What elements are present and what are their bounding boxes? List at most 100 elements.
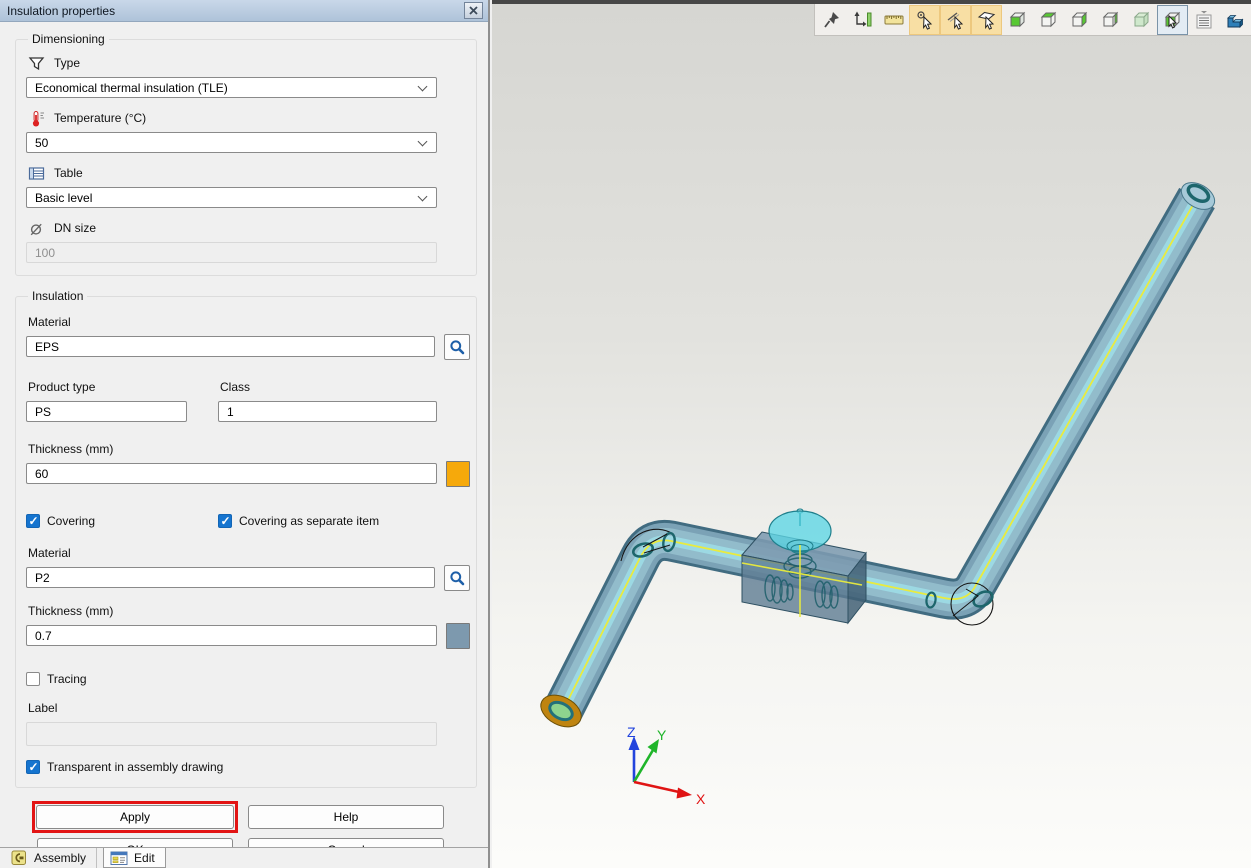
chevron-down-icon	[418, 136, 428, 146]
label-label: Label	[28, 701, 57, 715]
diameter-icon	[28, 220, 45, 237]
render-parts-side-icon	[1070, 10, 1090, 30]
dialog-titlebar[interactable]: Insulation properties	[0, 0, 488, 22]
product-type-label: Product type	[28, 380, 95, 394]
chevron-down-icon	[418, 81, 428, 91]
report-list-icon	[1194, 10, 1214, 30]
thickness-label: Thickness (mm)	[28, 442, 113, 456]
transparent-label: Transparent in assembly drawing	[47, 760, 223, 774]
dialog-title: Insulation properties	[7, 4, 464, 18]
tab-assembly[interactable]: Assembly	[4, 848, 97, 868]
dimensioning-legend: Dimensioning	[28, 32, 109, 46]
covering-material-label: Material	[28, 546, 71, 560]
apply-highlight-box: Apply	[32, 801, 238, 833]
magnifier-icon	[449, 570, 465, 586]
render-parts-ghost-button[interactable]	[1126, 5, 1157, 35]
dialog-tabbar: Assembly Edit	[0, 847, 488, 868]
thermometer-icon	[28, 110, 45, 127]
chevron-down-icon	[418, 191, 428, 201]
axis-z-label: Z	[627, 724, 636, 740]
render-parts-top-icon	[1039, 10, 1059, 30]
tab-edit[interactable]: Edit	[103, 848, 166, 868]
close-button[interactable]	[464, 2, 483, 19]
material-input[interactable]: EPS	[26, 336, 435, 357]
covering-thickness-input[interactable]: 0.7	[26, 625, 437, 646]
shift-work-plane-icon	[853, 10, 873, 30]
type-label: Type	[54, 56, 80, 70]
insulation-legend: Insulation	[28, 289, 87, 303]
profile-button[interactable]	[1219, 5, 1250, 35]
dimensioning-group: Dimensioning Type Economical thermal ins…	[15, 32, 477, 276]
insulation-color-swatch[interactable]	[446, 461, 470, 487]
temperature-label: Temperature (°C)	[54, 111, 146, 125]
magnifier-icon	[449, 339, 465, 355]
measure-button[interactable]	[878, 5, 909, 35]
tracing-checkbox[interactable]	[26, 672, 40, 686]
dn-size-field: 100	[26, 242, 437, 263]
snap-planes-button[interactable]	[971, 5, 1002, 35]
covering-material-input[interactable]: P2	[26, 567, 435, 588]
transparent-checkbox[interactable]	[26, 760, 40, 774]
transparent-checkbox-row[interactable]: Transparent in assembly drawing	[26, 759, 470, 775]
apply-button[interactable]: Apply	[36, 805, 234, 829]
snap-points-button[interactable]	[909, 5, 940, 35]
table-icon	[28, 165, 45, 182]
covering-checkbox[interactable]	[26, 514, 40, 528]
render-parts-solid-button[interactable]	[1002, 5, 1033, 35]
select-rendered-icon	[1163, 10, 1183, 30]
insulation-group: Insulation Material EPS Product type PS	[15, 289, 477, 788]
covering-color-swatch[interactable]	[446, 623, 470, 649]
render-parts-side-button[interactable]	[1064, 5, 1095, 35]
axis-x-label: X	[696, 791, 706, 807]
covering-separate-checkbox-row[interactable]: Covering as separate item	[218, 513, 470, 529]
edit-form-icon	[110, 849, 128, 867]
snapshot-toolbar	[814, 4, 1251, 36]
class-input[interactable]: 1	[218, 401, 437, 422]
product-type-input[interactable]: PS	[26, 401, 187, 422]
thickness-input[interactable]: 60	[26, 463, 437, 484]
profile-icon	[1225, 10, 1245, 30]
render-parts-top-button[interactable]	[1033, 5, 1064, 35]
covering-checkbox-row[interactable]: Covering	[26, 513, 218, 529]
model-scene: Z Y X	[492, 4, 1251, 868]
covering-thickness-label: Thickness (mm)	[28, 604, 113, 618]
assembly-icon	[10, 849, 28, 867]
covering-label: Covering	[47, 514, 95, 528]
covering-separate-label: Covering as separate item	[239, 514, 379, 528]
render-parts-edge-button[interactable]	[1095, 5, 1126, 35]
covering-material-browse-button[interactable]	[444, 565, 470, 591]
model-viewport[interactable]: Z Y X	[492, 0, 1251, 868]
pipe-model[interactable]	[562, 198, 1197, 712]
covering-separate-checkbox[interactable]	[218, 514, 232, 528]
temperature-select[interactable]: 50	[26, 132, 437, 153]
measure-ruler-icon	[884, 10, 904, 30]
table-select[interactable]: Basic level	[26, 187, 437, 208]
snap-planes-icon	[977, 10, 997, 30]
shift-work-plane-button[interactable]	[847, 5, 878, 35]
dialog-content: Dimensioning Type Economical thermal ins…	[0, 22, 488, 847]
pin-icon	[822, 10, 842, 30]
select-rendered-button[interactable]	[1157, 5, 1188, 35]
snap-lines-icon	[946, 10, 966, 30]
material-label: Material	[28, 315, 71, 329]
label-field	[26, 722, 437, 746]
dn-size-label: DN size	[54, 221, 96, 235]
render-parts-solid-icon	[1008, 10, 1028, 30]
close-icon	[469, 6, 478, 15]
help-button[interactable]: Help	[248, 805, 444, 829]
snap-lines-button[interactable]	[940, 5, 971, 35]
snap-points-icon	[915, 10, 935, 30]
insulation-properties-dialog: Insulation properties Dimensioning Type …	[0, 0, 490, 868]
tracing-checkbox-row[interactable]: Tracing	[26, 671, 470, 687]
report-list-button[interactable]	[1188, 5, 1219, 35]
class-label: Class	[220, 380, 250, 394]
material-browse-button[interactable]	[444, 334, 470, 360]
axis-y-label: Y	[657, 727, 667, 743]
orientation-axes: Z Y X	[627, 724, 706, 807]
type-select[interactable]: Economical thermal insulation (TLE)	[26, 77, 437, 98]
pin-button[interactable]	[816, 5, 847, 35]
application-window: Insulation properties Dimensioning Type …	[0, 0, 1251, 868]
table-label: Table	[54, 166, 83, 180]
filter-funnel-icon	[28, 55, 45, 72]
render-parts-ghost-icon	[1132, 10, 1152, 30]
